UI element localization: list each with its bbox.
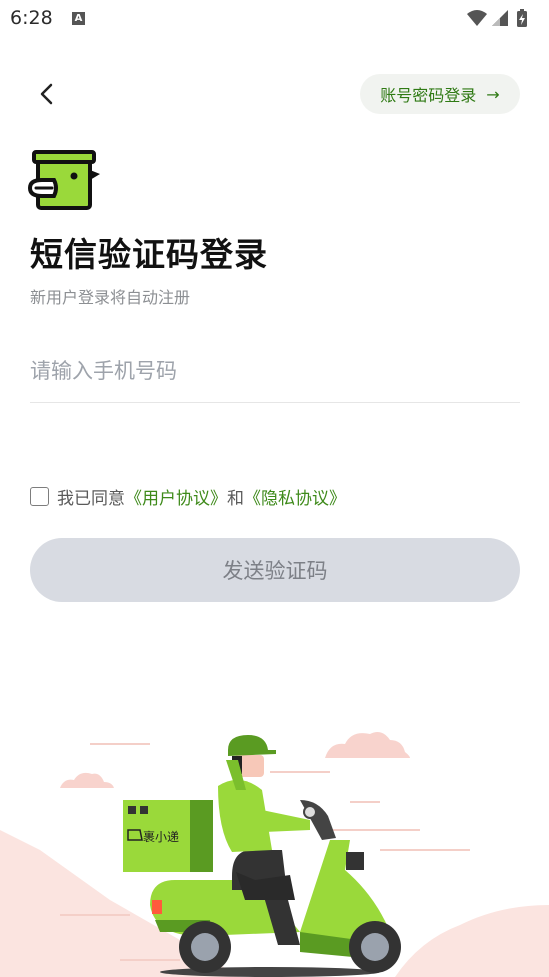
status-time: 6:28 bbox=[10, 7, 53, 29]
agreement-prefix: 我已同意 bbox=[57, 488, 125, 509]
status-bar: 6:28 A bbox=[0, 0, 549, 40]
page-subtitle: 新用户登录将自动注册 bbox=[30, 288, 191, 307]
notification-icon: A bbox=[72, 12, 85, 25]
user-agreement-link[interactable]: 《用户协议》 bbox=[125, 484, 227, 509]
privacy-agreement-link[interactable]: 《隐私协议》 bbox=[244, 484, 346, 509]
send-code-button[interactable]: 发送验证码 bbox=[30, 538, 520, 602]
agreement-row: 我已同意 《用户协议》 和 《隐私协议》 bbox=[30, 484, 346, 509]
agreement-and: 和 bbox=[227, 488, 244, 509]
agreement-checkbox[interactable] bbox=[30, 486, 49, 506]
box-label: 裹小递 bbox=[143, 829, 179, 844]
delivery-illustration: 裹小递 bbox=[0, 732, 549, 977]
chevron-left-icon bbox=[40, 83, 53, 105]
battery-icon bbox=[517, 9, 527, 27]
back-button[interactable] bbox=[30, 76, 66, 112]
arrow-right-icon: → bbox=[486, 84, 500, 104]
wifi-icon bbox=[467, 10, 487, 26]
password-login-label: 账号密码登录 bbox=[380, 86, 477, 105]
status-icons bbox=[467, 9, 527, 27]
phone-number-input[interactable] bbox=[30, 340, 520, 403]
page-title: 短信验证码登录 bbox=[30, 235, 268, 274]
app-logo bbox=[28, 150, 100, 210]
password-login-button[interactable]: 账号密码登录 → bbox=[360, 74, 520, 114]
